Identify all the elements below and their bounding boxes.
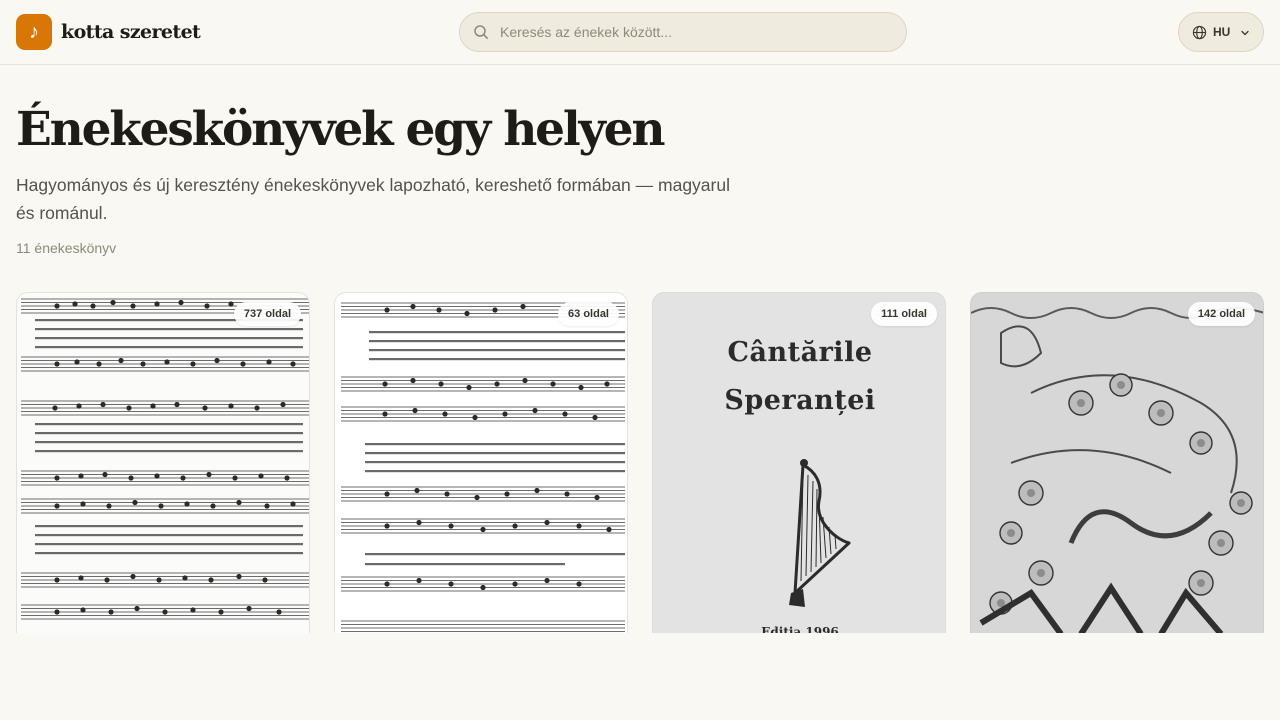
logo-text: kotta szeretet (61, 21, 201, 43)
cover-edition: Editia 1996 (761, 625, 839, 633)
floral-cover-image (971, 293, 1263, 633)
chevron-down-icon (1241, 30, 1249, 36)
page-count-badge: 142 oldal (1187, 302, 1255, 326)
hymnbook-cover-image (335, 293, 627, 633)
page-count-badge: 63 oldal (558, 302, 619, 326)
language-code: HU (1213, 25, 1231, 39)
page-subtitle: Hagyományos és új keresztény énekeskönyv… (16, 175, 730, 223)
search-input[interactable] (500, 13, 895, 51)
hymnbook-cover-image (17, 293, 309, 633)
cover-title-line1: Cântările (727, 337, 873, 368)
page-count-badge: 111 oldal (871, 302, 937, 326)
music-note-icon: ♪ (16, 14, 52, 50)
hymnbook-card[interactable]: 737 oldal (16, 292, 310, 633)
search-box[interactable] (459, 12, 907, 52)
language-selector[interactable]: HU (1178, 12, 1264, 52)
top-bar: ♪ kotta szeretet HU (0, 0, 1280, 65)
hymnbook-count: 11 énekeskönyv (16, 240, 117, 256)
cover-title-line2: Speranței (724, 385, 876, 416)
globe-icon (1192, 25, 1207, 40)
search-icon (474, 25, 488, 39)
hymnbook-card[interactable]: 142 oldal (970, 292, 1264, 633)
page-count-badge: 737 oldal (233, 302, 301, 326)
page-title: Énekeskönyvek egy helyen (16, 102, 666, 157)
hymnbook-card[interactable]: 63 oldal (334, 292, 628, 633)
hymnbook-card[interactable]: Cântările Speranței Editia 1996 142 olda… (652, 292, 946, 633)
home-logo-link[interactable]: ♪ kotta szeretet (16, 14, 201, 50)
